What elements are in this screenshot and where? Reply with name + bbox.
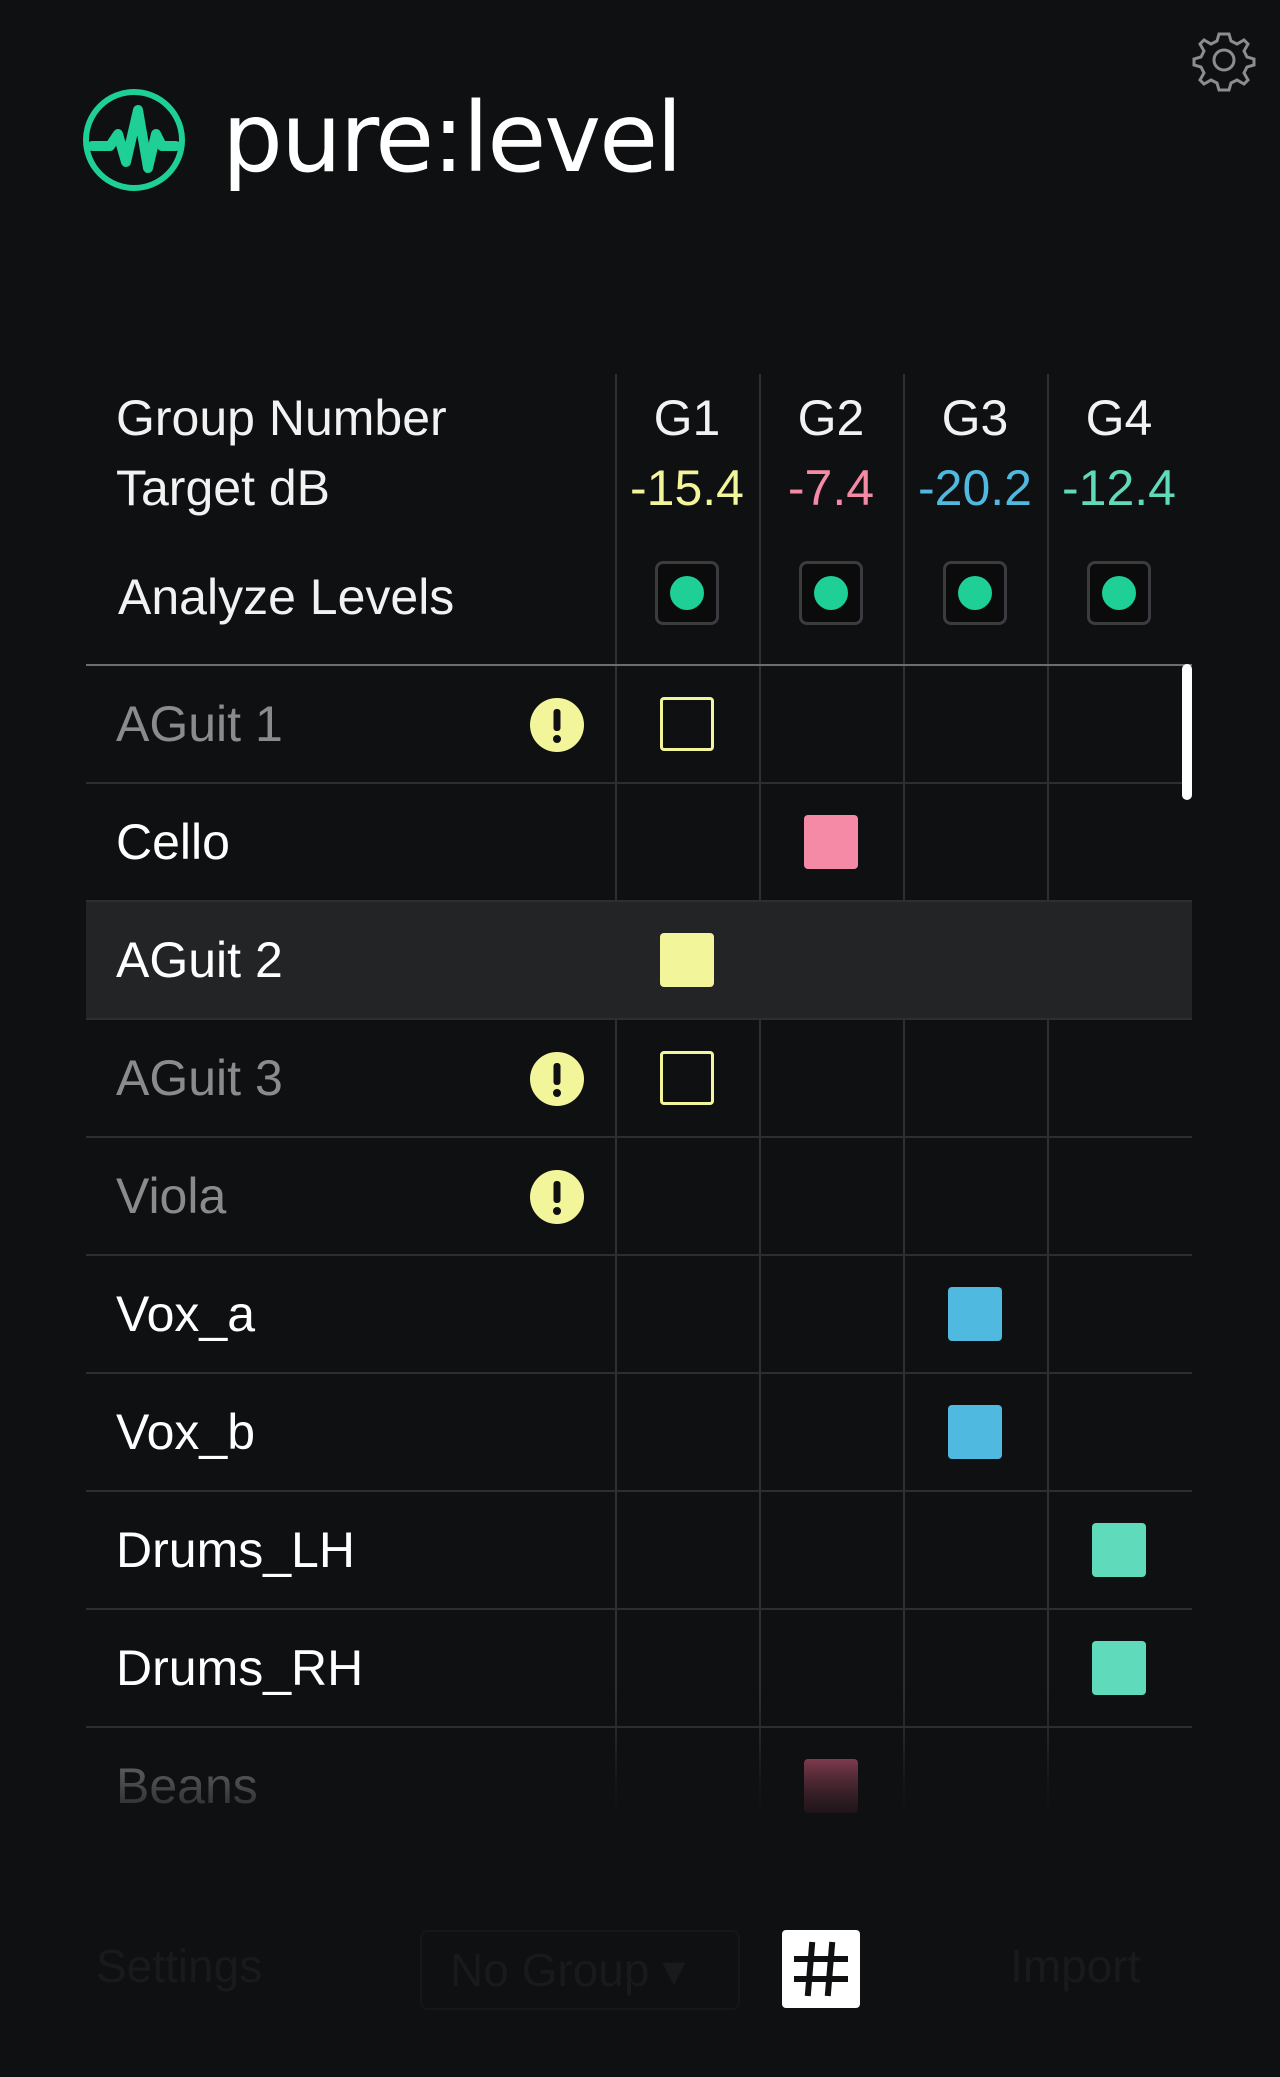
track-name: Cello — [116, 814, 230, 870]
waveform-logo-icon — [83, 89, 185, 191]
analyze-button-g1[interactable] — [655, 561, 719, 625]
group-assignment-marker[interactable] — [948, 1287, 1002, 1341]
warning-icon[interactable] — [530, 698, 584, 752]
settings-tab-label[interactable]: Settings — [96, 1938, 262, 1994]
group-title-g1: G1 — [653, 390, 721, 446]
track-row[interactable]: Drums_RH — [86, 1610, 1192, 1726]
analyze-button-g2[interactable] — [799, 561, 863, 625]
track-row[interactable]: Cello — [86, 784, 1192, 900]
brand-wordmark: pure:level — [222, 82, 683, 194]
hash-grid-icon — [794, 1941, 848, 1997]
group-assignment-marker[interactable] — [660, 933, 714, 987]
grid-view-button[interactable] — [782, 1930, 860, 2008]
analyze-indicator-icon — [814, 576, 848, 610]
track-row[interactable]: Vox_a — [86, 1256, 1192, 1372]
no-group-dropdown[interactable]: No Group ▾ — [420, 1930, 740, 2010]
group-title-g3: G3 — [941, 390, 1009, 446]
group-target-db-g4[interactable]: -12.4 — [1047, 458, 1191, 518]
no-group-label: No Group ▾ — [450, 1944, 686, 1996]
analyze-button-g3[interactable] — [943, 561, 1007, 625]
analyze-indicator-icon — [670, 576, 704, 610]
import-tab-label[interactable]: Import — [1010, 1938, 1140, 1994]
group-assignment-marker[interactable] — [1092, 1523, 1146, 1577]
track-row[interactable]: Vox_b — [86, 1374, 1192, 1490]
track-row[interactable]: AGuit 2 — [86, 902, 1192, 1018]
track-name: Vox_b — [116, 1404, 256, 1460]
group-assignment-marker[interactable] — [948, 1405, 1002, 1459]
group-assignment-marker[interactable] — [1092, 1641, 1146, 1695]
analyze-levels-label: Analyze Levels — [118, 569, 455, 625]
gear-icon[interactable] — [1192, 28, 1256, 92]
group-assignment-marker[interactable] — [804, 815, 858, 869]
scrollbar-thumb[interactable] — [1182, 664, 1192, 800]
track-name: Drums_LH — [116, 1522, 355, 1578]
warning-icon[interactable] — [530, 1052, 584, 1106]
analyze-indicator-icon — [1102, 576, 1136, 610]
group-title-g4: G4 — [1085, 390, 1153, 446]
track-row[interactable]: Drums_LH — [86, 1492, 1192, 1608]
track-row[interactable]: AGuit 1 — [86, 666, 1192, 782]
analyze-indicator-icon — [958, 576, 992, 610]
track-row[interactable]: Viola — [86, 1138, 1192, 1254]
group-target-db-g2[interactable]: -7.4 — [759, 458, 903, 518]
track-name: AGuit 3 — [116, 1050, 283, 1106]
track-name: Drums_RH — [116, 1640, 364, 1696]
track-name: Vox_a — [116, 1286, 256, 1342]
group-title-g2: G2 — [797, 390, 865, 446]
group-assignment-checkbox[interactable] — [660, 697, 714, 751]
track-name: AGuit 2 — [116, 932, 283, 988]
warning-icon[interactable] — [530, 1170, 584, 1224]
track-row[interactable]: AGuit 3 — [86, 1020, 1192, 1136]
group-target-db-g1[interactable]: -15.4 — [615, 458, 759, 518]
group-assignment-checkbox[interactable] — [660, 1051, 714, 1105]
group-target-db-g3[interactable]: -20.2 — [903, 458, 1047, 518]
analyze-button-g4[interactable] — [1087, 561, 1151, 625]
list-fade-overlay — [0, 1740, 1280, 1880]
target-db-label: Target dB — [116, 460, 331, 516]
track-name: Viola — [116, 1168, 227, 1224]
group-number-label: Group Number — [116, 390, 447, 446]
track-name: AGuit 1 — [116, 696, 283, 752]
